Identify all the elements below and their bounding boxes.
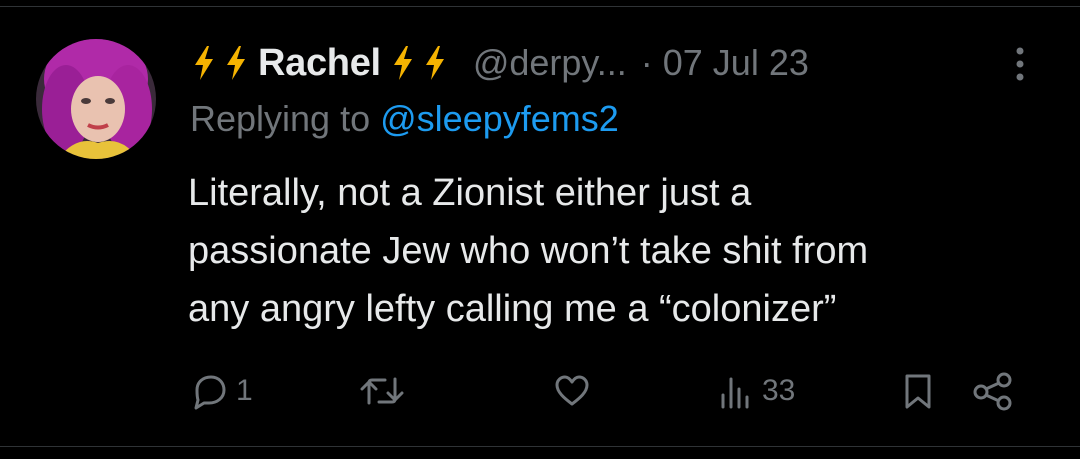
like-icon <box>555 375 589 406</box>
replying-to: Replying to @sleepyfems2 <box>190 98 619 140</box>
reply-count: 1 <box>236 374 253 407</box>
avatar[interactable] <box>36 39 156 159</box>
tweet-text: Literally, not a Zionist either just a p… <box>188 164 1068 338</box>
tweet-text-line: Literally, not a Zionist either just a <box>188 172 752 214</box>
separator-dot: · <box>640 42 653 83</box>
views-count: 33 <box>762 374 796 407</box>
like-button[interactable] <box>552 366 598 416</box>
tweet-header: Rachel @derpy... · 07 Jul 23 <box>192 38 809 88</box>
tweet-date[interactable]: 07 Jul 23 <box>663 42 809 84</box>
share-icon <box>973 372 1012 411</box>
tweet-text-line: any angry lefty calling me a “colonizer” <box>188 288 837 330</box>
lightning-icon <box>224 45 248 81</box>
lightning-icon <box>423 45 447 81</box>
views-button[interactable]: 33 <box>716 366 795 416</box>
views-icon <box>721 377 749 409</box>
action-bar: 1 33 <box>188 366 1048 416</box>
display-name[interactable]: Rachel <box>258 42 381 85</box>
reply-mention-link[interactable]: @sleepyfems2 <box>380 98 619 139</box>
tweet-text-line: passionate Jew who won’t take shit from <box>188 230 869 272</box>
more-icon[interactable] <box>1012 44 1028 84</box>
divider <box>0 446 1080 447</box>
replying-to-label: Replying to <box>190 98 371 139</box>
divider <box>0 6 1080 7</box>
lightning-icon <box>192 45 216 81</box>
tweet[interactable]: Rachel @derpy... · 07 Jul 23 Replying to… <box>0 0 1080 459</box>
retweet-icon <box>360 377 404 405</box>
user-handle[interactable]: @derpy... <box>473 42 627 84</box>
bookmark-button[interactable] <box>900 366 936 416</box>
retweet-button[interactable] <box>358 366 412 416</box>
share-button[interactable] <box>972 366 1016 416</box>
reply-button[interactable]: 1 <box>190 366 253 416</box>
lightning-icon <box>391 45 415 81</box>
reply-icon <box>194 375 226 410</box>
bookmark-icon <box>905 374 931 409</box>
